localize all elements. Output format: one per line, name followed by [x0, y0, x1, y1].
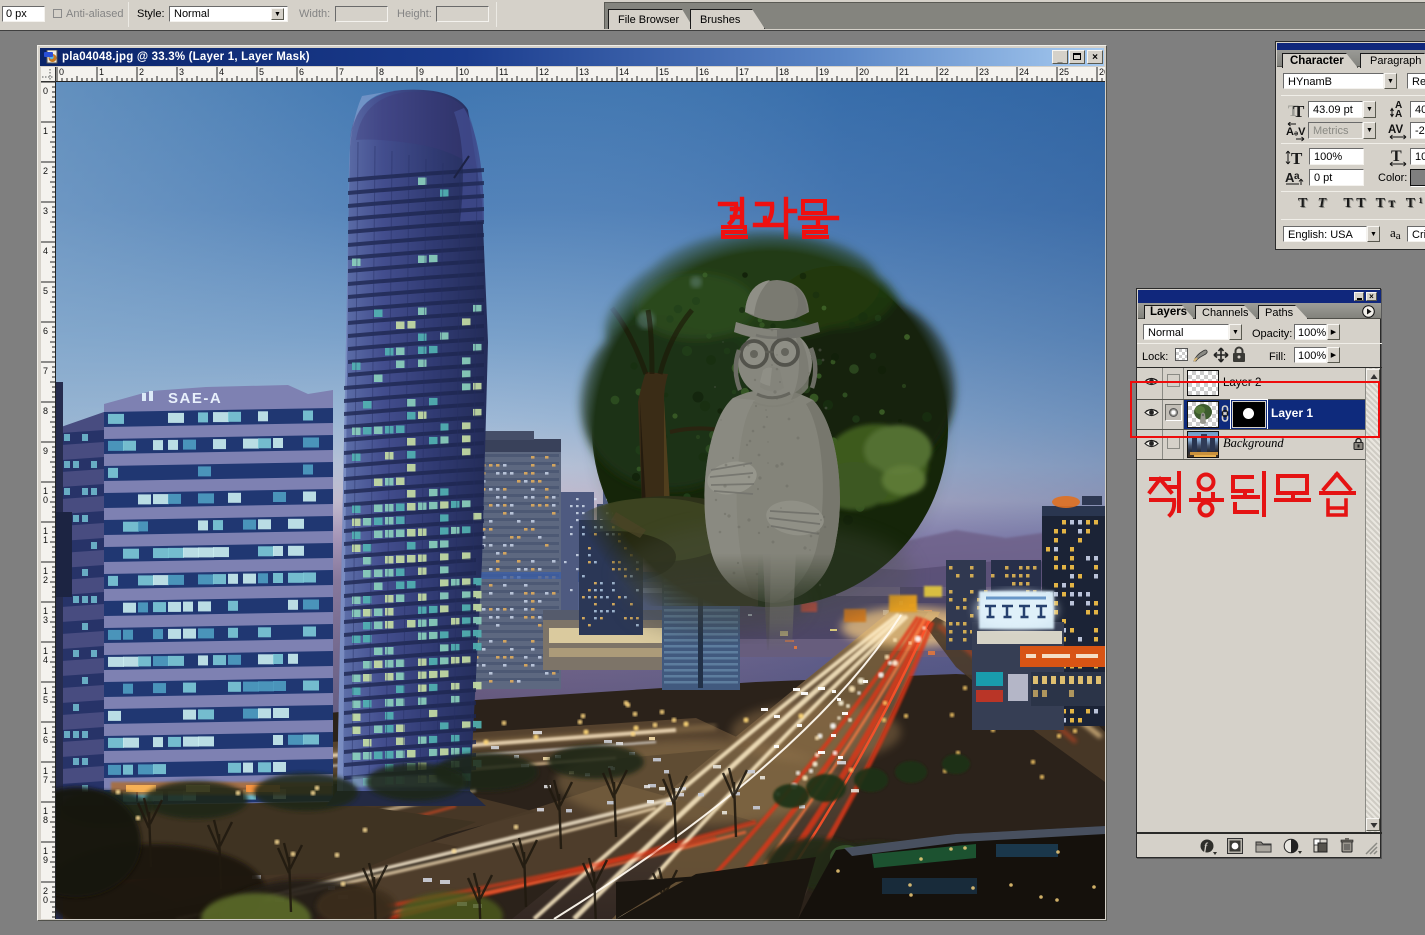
svg-text:3: 3	[43, 206, 48, 216]
svg-text:5: 5	[43, 286, 48, 296]
svg-text:17: 17	[739, 67, 749, 77]
svg-text:9: 9	[419, 67, 424, 77]
svg-text:1: 1	[43, 535, 48, 545]
svg-text:T: T	[1293, 102, 1305, 119]
svg-text:9: 9	[43, 855, 48, 865]
svg-text:6: 6	[43, 326, 48, 336]
svg-text:21: 21	[899, 67, 909, 77]
svg-text:12: 12	[539, 67, 549, 77]
svg-text:16: 16	[699, 67, 709, 77]
svg-text:7: 7	[339, 67, 344, 77]
svg-text:5: 5	[259, 67, 264, 77]
svg-text:T: T	[1291, 149, 1303, 168]
svg-text:18: 18	[779, 67, 789, 77]
svg-text:13: 13	[579, 67, 589, 77]
svg-text:AV: AV	[1388, 124, 1403, 136]
svg-text:24: 24	[1019, 67, 1029, 77]
svg-text:A: A	[1395, 109, 1402, 119]
svg-text:9: 9	[43, 446, 48, 456]
svg-text:2: 2	[43, 166, 48, 176]
svg-text:8: 8	[43, 815, 48, 825]
svg-text:SAE-A: SAE-A	[168, 390, 222, 407]
svg-text:6: 6	[299, 67, 304, 77]
svg-text:25: 25	[1059, 67, 1069, 77]
svg-text:15: 15	[659, 67, 669, 77]
svg-text:3: 3	[43, 615, 48, 625]
svg-text:7: 7	[43, 366, 48, 376]
svg-text:22: 22	[939, 67, 949, 77]
svg-text:1: 1	[43, 126, 48, 136]
svg-text:10: 10	[459, 67, 469, 77]
svg-text:a: a	[1294, 171, 1300, 182]
svg-text:6: 6	[43, 735, 48, 745]
svg-text:4: 4	[43, 655, 48, 665]
svg-text:0: 0	[43, 86, 48, 96]
svg-text:11: 11	[499, 67, 508, 77]
svg-text:8: 8	[379, 67, 384, 77]
svg-text:7: 7	[43, 775, 48, 785]
svg-text:2: 2	[43, 575, 48, 585]
svg-text:5: 5	[43, 695, 48, 705]
svg-text:0: 0	[43, 495, 48, 505]
svg-text:4: 4	[219, 67, 224, 77]
svg-text:AₔV: AₔV	[1286, 126, 1306, 138]
svg-text:20: 20	[859, 67, 869, 77]
svg-text:0: 0	[59, 67, 64, 77]
svg-text:26: 26	[1099, 67, 1105, 77]
svg-text:8: 8	[43, 406, 48, 416]
svg-text:14: 14	[619, 67, 629, 77]
svg-text:1: 1	[99, 67, 104, 77]
svg-text:3: 3	[179, 67, 184, 77]
svg-text:23: 23	[979, 67, 989, 77]
svg-text:4: 4	[43, 246, 48, 256]
svg-text:19: 19	[819, 67, 829, 77]
svg-text:0: 0	[43, 895, 48, 905]
svg-text:2: 2	[139, 67, 144, 77]
